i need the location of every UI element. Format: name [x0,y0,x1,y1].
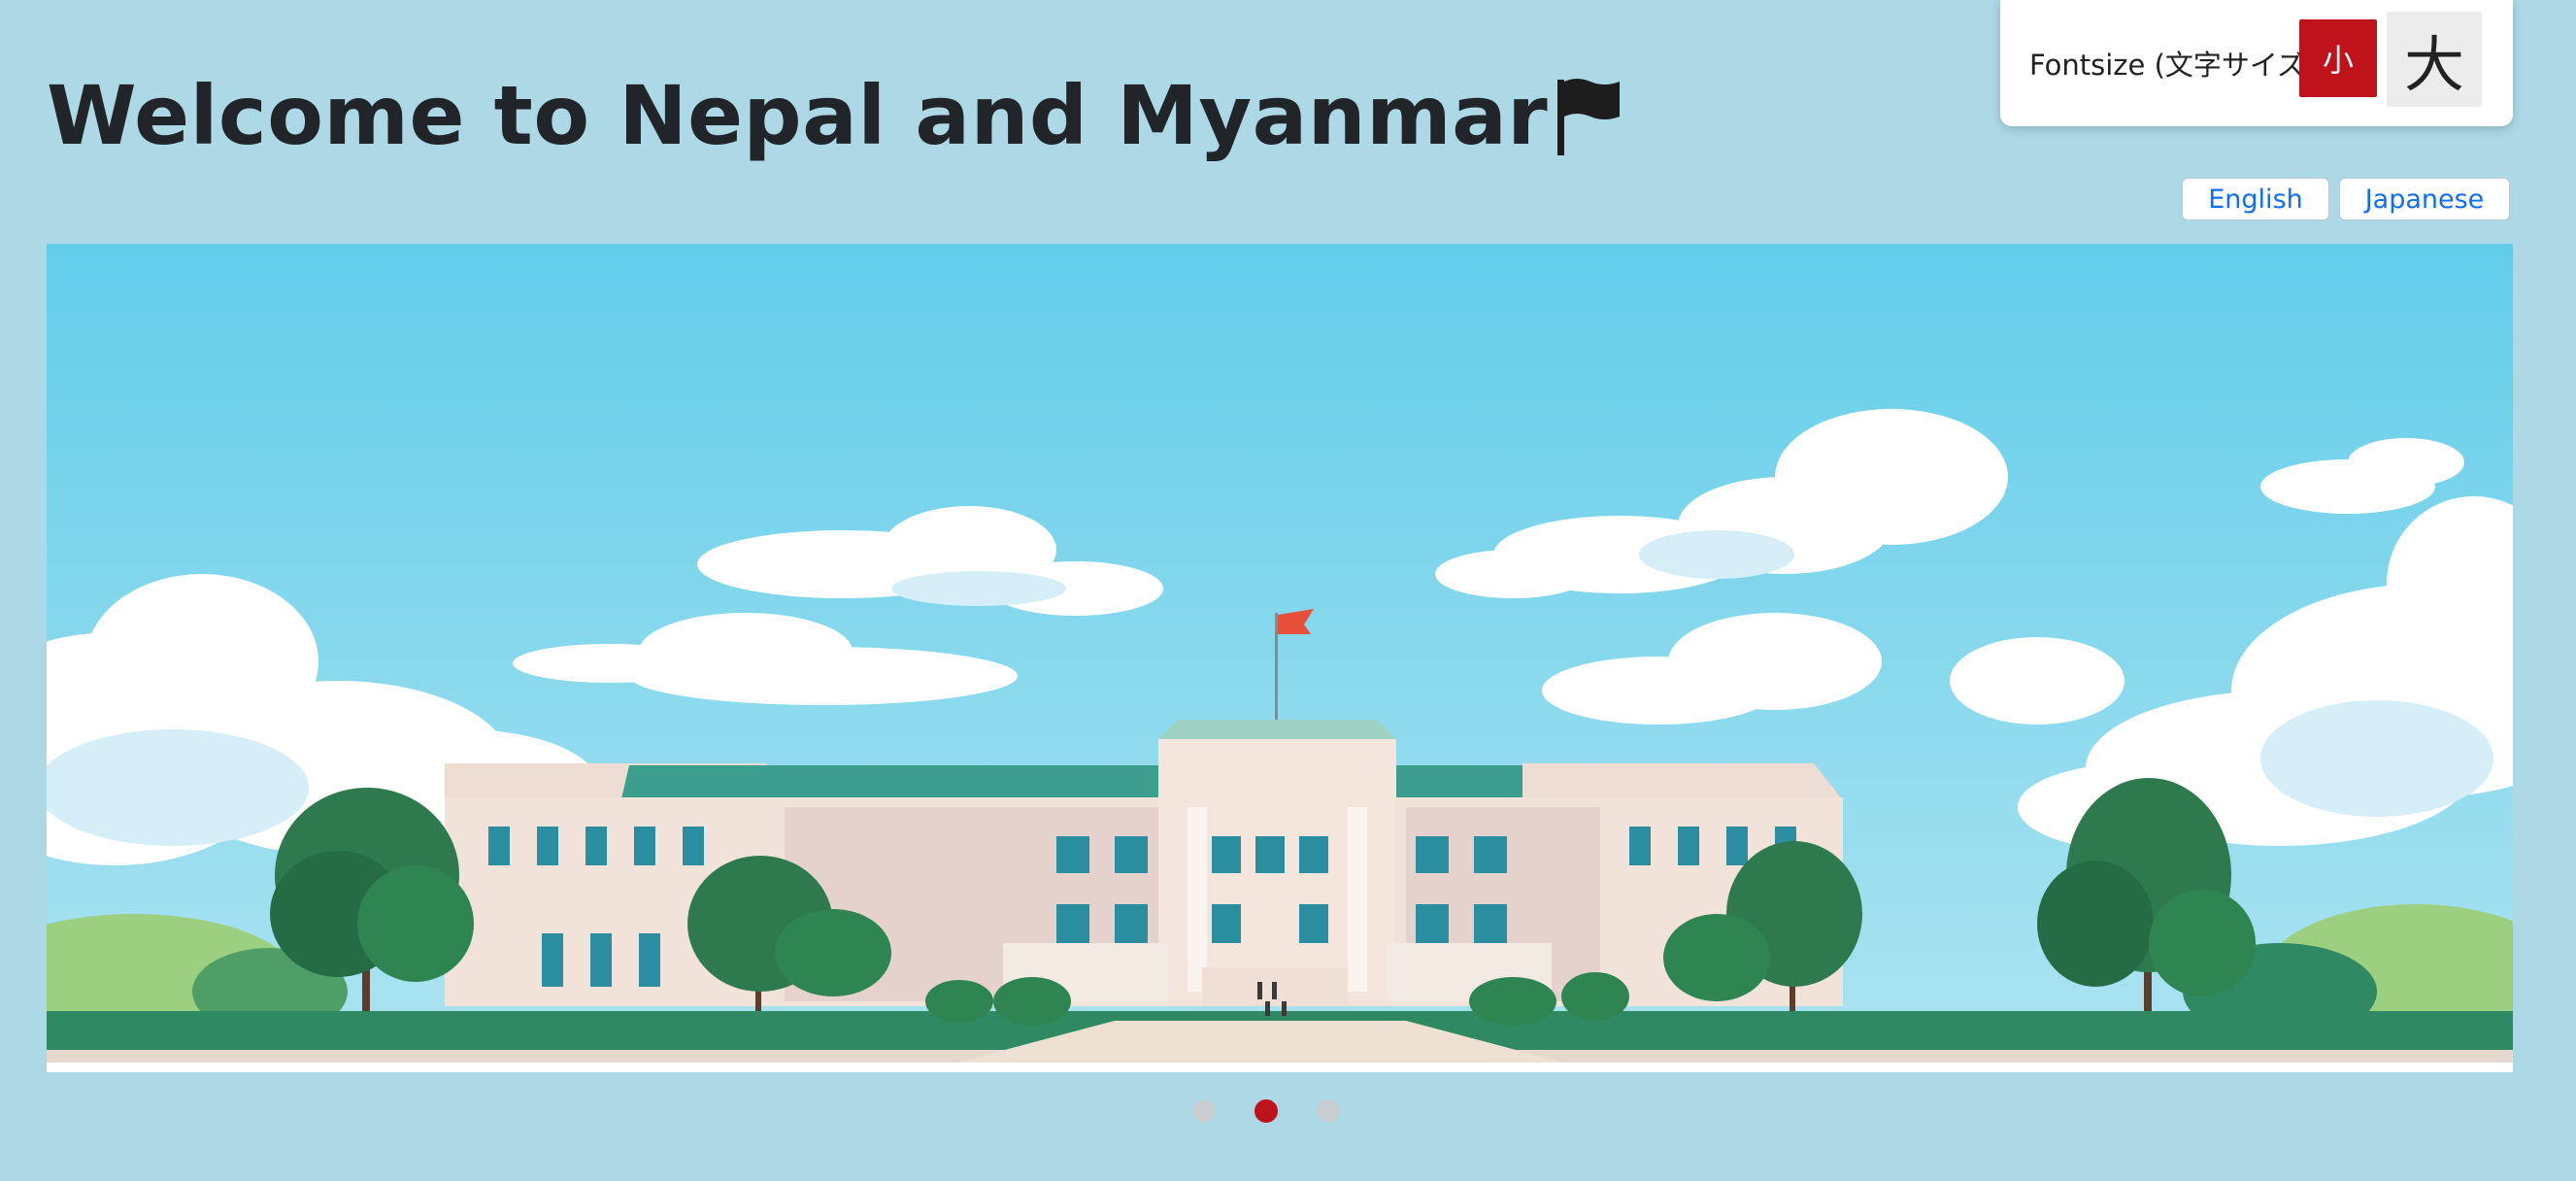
english-button[interactable]: English [2182,178,2329,220]
page-title: Welcome to Nepal and Myanmar [47,62,1623,183]
font-small-button[interactable]: 小 [2299,19,2377,97]
font-large-button[interactable]: 大 [2387,12,2482,107]
carousel-indicators [1192,1099,1340,1123]
fontsize-control: Fontsize (文字サイズ) 小 大 [2000,0,2513,126]
fontsize-label: Fontsize (文字サイズ) [2029,49,2317,82]
image-carousel[interactable] [47,244,2513,1072]
carousel-indicator-3[interactable] [1317,1099,1340,1123]
carousel-indicator-2[interactable] [1255,1099,1278,1123]
carousel-indicator-1[interactable] [1192,1099,1216,1123]
black-flag-icon [1554,76,1623,183]
page-title-text: Welcome to Nepal and Myanmar [47,68,1549,163]
carousel-slide-image [47,244,2513,1072]
japanese-button[interactable]: Japanese [2339,178,2510,220]
